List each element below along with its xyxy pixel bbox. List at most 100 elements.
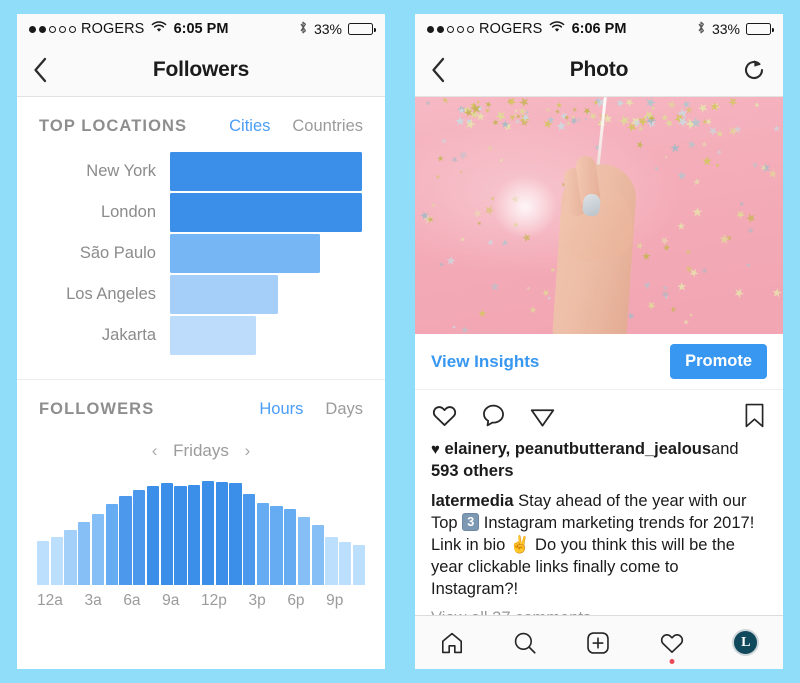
- confetti-star: [747, 227, 755, 235]
- confetti-star: [666, 99, 677, 110]
- likes-connector: and: [711, 440, 739, 458]
- tab-add-post[interactable]: [585, 630, 611, 656]
- confetti-star: [659, 289, 671, 301]
- confetti-star: [515, 118, 521, 124]
- tab-profile[interactable]: L: [732, 629, 760, 656]
- bluetooth-icon: [298, 20, 308, 39]
- hour-bar: [174, 486, 187, 585]
- location-bar: [170, 316, 257, 355]
- back-button[interactable]: [33, 57, 48, 83]
- tab-days[interactable]: Days: [325, 400, 363, 419]
- hour-tick-label: 12a: [37, 592, 63, 609]
- hour-bar: [284, 509, 297, 585]
- hour-tick-label: [277, 592, 288, 610]
- confetti-star: [653, 166, 658, 171]
- liker-one[interactable]: elainery,: [445, 440, 511, 458]
- location-row: São Paulo: [39, 234, 363, 273]
- screenshot-stage: ROGERS 6:05 PM 33% Followers TOP LOCATIO…: [0, 0, 800, 683]
- confetti-star: [675, 169, 689, 183]
- right-phone-screen: ROGERS 6:06 PM 33% Photo View Insights P…: [415, 14, 783, 669]
- battery-percent-label: 33%: [313, 21, 342, 37]
- tab-cities[interactable]: Cities: [229, 117, 270, 136]
- confetti-star: [485, 107, 491, 113]
- refresh-button[interactable]: [741, 57, 767, 83]
- confetti-star: [438, 262, 445, 269]
- tab-home[interactable]: [439, 630, 465, 656]
- tab-countries[interactable]: Countries: [292, 117, 363, 136]
- hour-tick-label: 6a: [123, 592, 141, 609]
- confetti-star: [583, 117, 589, 123]
- chevron-left-icon: [432, 57, 445, 83]
- confetti-star: [772, 124, 780, 132]
- hour-tick-label: [151, 592, 162, 610]
- comment-button[interactable]: [480, 402, 507, 429]
- day-navigator: ‹ Fridays ›: [17, 441, 385, 461]
- tab-hours[interactable]: Hours: [259, 400, 303, 419]
- hour-bar: [325, 536, 338, 585]
- hour-tick-label: [343, 592, 354, 610]
- tab-activity[interactable]: [659, 630, 685, 664]
- confetti-star: [744, 211, 758, 225]
- post-photo[interactable]: [415, 97, 783, 334]
- prev-day-button[interactable]: ‹: [141, 441, 169, 461]
- followers-title: FOLLOWERS: [39, 400, 155, 418]
- wifi-icon: [549, 21, 565, 37]
- save-button[interactable]: [742, 402, 767, 429]
- confetti-star: [615, 98, 625, 108]
- confetti-star: [508, 113, 516, 121]
- location-label: Jakarta: [101, 326, 156, 344]
- hour-bar: [229, 482, 242, 585]
- page-title: Photo: [569, 58, 629, 81]
- confetti-star: [486, 239, 493, 246]
- confetti-star: [575, 116, 583, 124]
- hour-tick-label: 12p: [201, 592, 227, 609]
- hour-tick-label: [190, 592, 201, 610]
- peace-hand-emoji: ✌️: [509, 535, 531, 554]
- liker-two[interactable]: peanutbutterand_jealous: [515, 440, 711, 458]
- bottom-tab-bar: L: [415, 615, 783, 669]
- hour-bar: [78, 522, 91, 585]
- caption-username[interactable]: latermedia: [431, 492, 514, 510]
- location-label: São Paulo: [79, 244, 156, 262]
- share-button[interactable]: [529, 402, 556, 429]
- status-bar-left: ROGERS: [427, 21, 565, 37]
- confetti-star: [582, 107, 590, 115]
- wifi-icon: [151, 21, 167, 37]
- top-locations-header: TOP LOCATIONS Cities Countries: [17, 97, 385, 136]
- hour-tick-label: [179, 592, 190, 610]
- battery-icon: [746, 23, 775, 35]
- confetti-star: [540, 288, 551, 299]
- confetti-star: [662, 243, 670, 251]
- hour-bar: [311, 524, 324, 585]
- hour-bar: [91, 513, 105, 585]
- view-insights-link[interactable]: View Insights: [431, 352, 539, 372]
- signal-strength-dots: [29, 25, 76, 33]
- location-bar: [170, 234, 320, 273]
- hour-tick-label: [63, 592, 74, 610]
- back-button[interactable]: [431, 57, 446, 83]
- tab-search[interactable]: [512, 630, 538, 656]
- confetti-star: [456, 148, 470, 162]
- like-button[interactable]: [431, 402, 458, 429]
- status-bar-right: 33%: [696, 20, 775, 39]
- confetti-star: [690, 205, 705, 220]
- bookmark-icon: [745, 403, 764, 428]
- confetti-star: [617, 113, 632, 128]
- confetti-star: [685, 139, 698, 152]
- confetti-star: [638, 126, 644, 132]
- promote-button[interactable]: Promote: [670, 344, 767, 379]
- confetti-star: [527, 304, 538, 315]
- carrier-label: ROGERS: [81, 21, 145, 37]
- current-day-label: Fridays: [173, 441, 229, 460]
- confetti-star: [546, 296, 552, 302]
- likes-other-count[interactable]: 593 others: [431, 462, 514, 480]
- confetti-star: [691, 176, 701, 186]
- confetti-star: [660, 113, 669, 122]
- confetti-star: [677, 221, 686, 230]
- search-icon: [514, 632, 536, 654]
- confetti-star: [545, 106, 551, 112]
- hour-tick-label: [102, 592, 113, 610]
- confetti-star: [459, 170, 463, 174]
- next-day-button[interactable]: ›: [234, 441, 262, 461]
- hour-tick-label: 6p: [287, 592, 305, 609]
